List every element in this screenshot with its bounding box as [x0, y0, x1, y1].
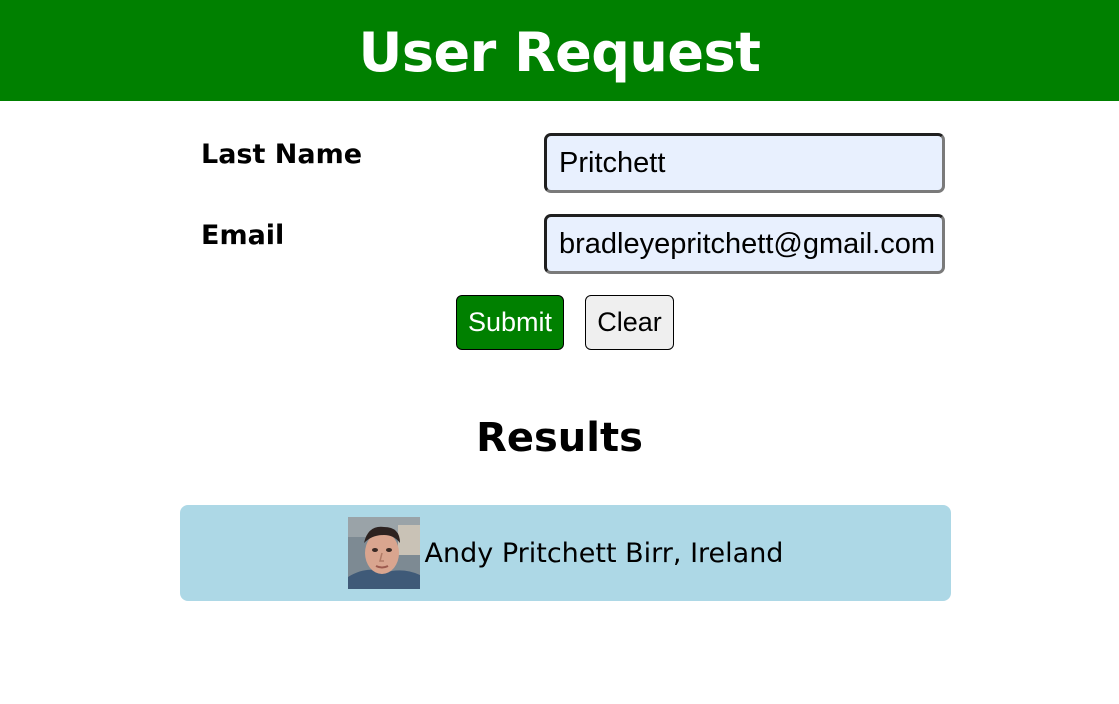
- page-header: User Request: [0, 0, 1119, 101]
- result-item: Andy Pritchett Birr, Ireland: [180, 505, 951, 601]
- email-label: Email: [201, 220, 285, 251]
- results-heading: Results: [476, 415, 643, 461]
- user-photo-icon: [347, 517, 420, 589]
- submit-button[interactable]: Submit: [456, 295, 564, 350]
- last-name-label: Last Name: [201, 139, 363, 170]
- page-title: User Request: [358, 20, 761, 84]
- email-input[interactable]: [544, 214, 945, 274]
- clear-button[interactable]: Clear: [585, 295, 674, 350]
- last-name-input[interactable]: [544, 133, 945, 193]
- result-item-text: Andy Pritchett Birr, Ireland: [424, 537, 784, 569]
